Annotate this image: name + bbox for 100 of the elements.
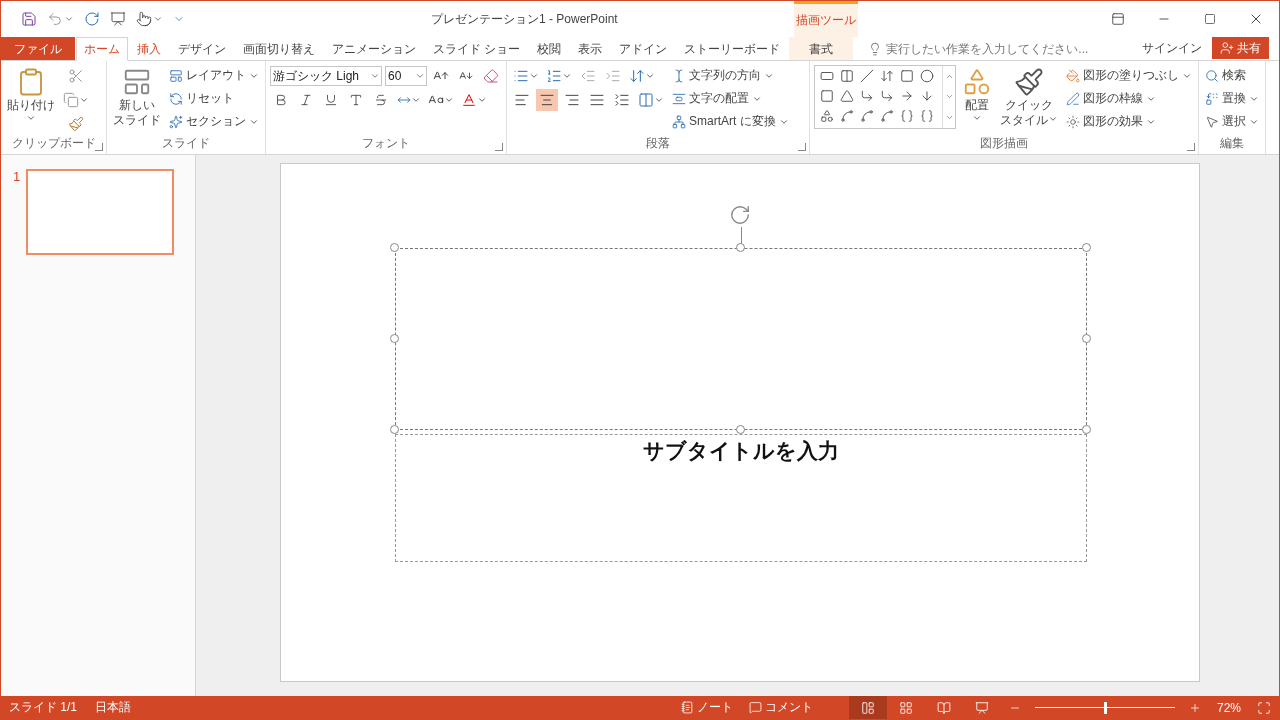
font-name-field[interactable]: 游ゴシック Ligh	[270, 66, 382, 86]
ribbon-tab[interactable]: 書式	[789, 37, 854, 60]
caret-icon	[411, 95, 421, 105]
comments-button[interactable]: コメント	[740, 696, 821, 719]
ribbon-tab[interactable]: ファイル	[1, 37, 75, 60]
paragraph-command[interactable]: SmartArt に変換	[670, 111, 791, 132]
scissors-icon	[68, 68, 84, 84]
caret-icon	[562, 71, 572, 81]
subtitle-text: サブタイトルを入力	[642, 438, 839, 464]
rotate-line	[740, 227, 742, 245]
launcher-icon[interactable]	[95, 143, 103, 151]
layout-icon	[169, 68, 183, 83]
pointer-icon	[1205, 114, 1219, 129]
new-slide-button[interactable]: 新しい スライド	[111, 65, 163, 136]
slide-icon	[122, 67, 152, 97]
replace-icon	[1205, 91, 1219, 106]
slide-command[interactable]: リセット	[167, 88, 261, 109]
slide-number: 1	[13, 169, 21, 184]
copy-icon	[63, 92, 79, 108]
resize-handle[interactable]	[389, 334, 399, 343]
sign-in-link[interactable]: サインイン	[1132, 37, 1212, 60]
zoom-thumb[interactable]	[1103, 701, 1107, 714]
caret-icon	[972, 113, 982, 123]
arrange-icon	[962, 67, 992, 97]
undo-icon	[47, 11, 63, 27]
save-icon	[21, 11, 37, 27]
launcher-icon[interactable]	[1187, 143, 1195, 151]
touch-mode-button[interactable]	[136, 11, 163, 27]
group-label: フォント	[362, 136, 410, 152]
launcher-icon[interactable]	[798, 143, 806, 151]
underline-icon	[324, 93, 338, 107]
book-icon	[936, 700, 951, 715]
caret-icon	[477, 95, 487, 105]
editing-command[interactable]: 置換	[1203, 88, 1261, 109]
rotate-handle-icon	[728, 204, 751, 226]
window-title: プレゼンテーション1 - PowerPoint	[431, 10, 618, 28]
slide-command[interactable]: セクション	[167, 111, 261, 132]
resize-handle[interactable]	[1081, 425, 1091, 434]
subtitle-placeholder[interactable]: サブタイトルを入力	[394, 434, 1087, 562]
indent-decrease-icon	[580, 68, 596, 84]
slide-thumbnail[interactable]	[26, 169, 175, 255]
quick-style-button[interactable]: クイック スタイル	[998, 65, 1060, 136]
bullets-icon	[513, 68, 529, 84]
eraser-icon	[483, 68, 499, 84]
line-spacing-icon	[629, 68, 645, 84]
notes-button[interactable]: ノート	[672, 696, 741, 719]
font-size-field[interactable]: 60	[385, 66, 427, 86]
editing-command[interactable]: 検索	[1203, 65, 1261, 86]
ribbon-tab[interactable]: ホーム	[76, 37, 128, 61]
group-label: クリップボード	[11, 136, 96, 152]
elbow-arrow-icon	[880, 89, 894, 103]
alignment-button[interactable]	[536, 89, 558, 111]
notes-icon	[680, 701, 694, 714]
tell-me-field[interactable]: 実行したい作業を入力してください...	[886, 41, 1119, 56]
plus-icon	[1188, 701, 1201, 714]
presentation-icon	[974, 700, 989, 715]
hand-pointer-icon	[136, 11, 152, 27]
group-label: スライド	[162, 136, 210, 152]
shape-format-command[interactable]: 図形の効果	[1064, 111, 1194, 132]
shapes-gallery[interactable]	[814, 65, 956, 129]
resize-handle[interactable]	[389, 425, 399, 434]
rectangle-icon	[900, 69, 914, 83]
slide-command[interactable]: レイアウト	[167, 65, 261, 86]
paste-button[interactable]: 貼り付け	[5, 65, 57, 136]
resize-handle[interactable]	[1081, 334, 1091, 343]
triangle-icon	[840, 89, 854, 103]
caret-icon	[26, 113, 36, 123]
launcher-icon[interactable]	[495, 143, 503, 151]
columns-icon	[638, 92, 654, 108]
resize-handle[interactable]	[735, 243, 745, 252]
resize-handle[interactable]	[389, 243, 399, 252]
zoom-level[interactable]: 72%	[1208, 696, 1249, 719]
paragraph-command[interactable]: 文字の配置	[670, 88, 791, 109]
search-icon	[1205, 68, 1219, 83]
shape-format-command[interactable]: 図形の枠線	[1064, 88, 1194, 109]
slideshow-button[interactable]	[110, 11, 126, 27]
caret-icon	[153, 14, 163, 24]
person-add-icon	[1220, 41, 1234, 55]
shape-effects-icon	[1066, 114, 1080, 129]
resize-handle[interactable]	[735, 425, 745, 434]
caret-icon	[370, 71, 380, 81]
editing-command[interactable]: 選択	[1203, 111, 1261, 132]
paragraph-command[interactable]: 文字列の方向	[670, 65, 791, 86]
arrange-button[interactable]: 配置	[960, 65, 994, 136]
shape-format-command[interactable]: 図形の塗りつぶし	[1064, 65, 1194, 86]
curve-icon	[880, 109, 894, 123]
maximize-icon	[1204, 13, 1216, 25]
undo-button[interactable]	[47, 11, 74, 27]
font-color-icon	[461, 92, 477, 108]
italic-icon	[299, 93, 313, 107]
share-button[interactable]: 共有	[1212, 37, 1269, 59]
group-label: 編集	[1220, 136, 1244, 152]
save-button[interactable]	[21, 11, 37, 27]
left-brace-icon	[900, 109, 914, 123]
rounded-rectangle-icon	[820, 89, 834, 103]
text-box-icon	[820, 69, 834, 83]
redo-button[interactable]	[84, 11, 100, 27]
resize-handle[interactable]	[1081, 243, 1091, 252]
view-button[interactable]	[848, 696, 887, 719]
caret-icon	[415, 71, 425, 81]
